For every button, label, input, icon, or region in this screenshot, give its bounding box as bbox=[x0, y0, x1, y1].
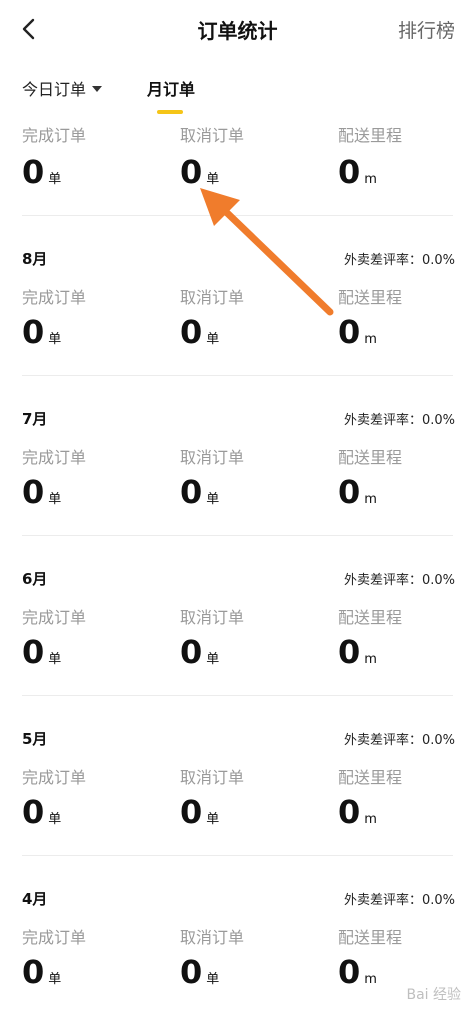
distance-label: 配送里程 bbox=[338, 928, 403, 947]
order-unit: 单 bbox=[206, 812, 220, 827]
distance-number: 0 bbox=[338, 953, 361, 991]
month-label: 6月 bbox=[22, 570, 48, 588]
completed-orders-number: 0 bbox=[22, 313, 45, 351]
cancelled-orders-number: 0 bbox=[180, 473, 203, 511]
month-label: 4月 bbox=[22, 890, 48, 908]
distance-label: 配送里程 bbox=[338, 126, 403, 145]
order-unit: 单 bbox=[48, 812, 62, 827]
cancelled-orders-label: 取消订单 bbox=[180, 768, 245, 787]
order-unit: 单 bbox=[206, 972, 220, 987]
month-section: 6月 外卖差评率：0.0% 完成订单 取消订单 配送里程 0 单 0 单 0 m bbox=[0, 536, 475, 696]
distance-number: 0 bbox=[338, 313, 361, 351]
order-unit: 单 bbox=[48, 172, 62, 187]
order-unit: 单 bbox=[48, 652, 62, 667]
completed-orders-label: 完成订单 bbox=[22, 608, 87, 627]
distance-number: 0 bbox=[338, 473, 361, 511]
cancelled-orders-label: 取消订单 bbox=[180, 608, 245, 627]
cancelled-orders-label: 取消订单 bbox=[180, 448, 245, 467]
tab-today-orders[interactable]: 今日订单 bbox=[22, 76, 103, 100]
distance-unit: m bbox=[364, 972, 377, 987]
cancelled-orders-value: 0 单 bbox=[180, 956, 219, 988]
distance-value: 0 m bbox=[338, 156, 377, 188]
order-unit: 单 bbox=[48, 332, 62, 347]
distance-label: 配送里程 bbox=[338, 448, 403, 467]
cancelled-orders-value: 0 单 bbox=[180, 796, 219, 828]
distance-value: 0 m bbox=[338, 796, 377, 828]
distance-unit: m bbox=[364, 172, 377, 187]
distance-number: 0 bbox=[338, 633, 361, 671]
cancelled-orders-value: 0 单 bbox=[180, 156, 219, 188]
distance-number: 0 bbox=[338, 153, 361, 191]
cancelled-orders-value: 0 单 bbox=[180, 636, 219, 668]
order-unit: 单 bbox=[206, 332, 220, 347]
order-unit: 单 bbox=[206, 652, 220, 667]
month-section: 7月 外卖差评率：0.0% 完成订单 取消订单 配送里程 0 单 0 单 0 m bbox=[0, 376, 475, 536]
tab-today-label: 今日订单 bbox=[22, 80, 87, 99]
cancelled-orders-number: 0 bbox=[180, 313, 203, 351]
distance-value: 0 m bbox=[338, 636, 377, 668]
bad-review-rate: 外卖差评率：0.0% bbox=[343, 893, 455, 908]
distance-value: 0 m bbox=[338, 316, 377, 348]
distance-number: 0 bbox=[338, 793, 361, 831]
completed-orders-value: 0 单 bbox=[22, 156, 61, 188]
distance-label: 配送里程 bbox=[338, 608, 403, 627]
order-unit: 单 bbox=[206, 492, 220, 507]
tab-bar: 今日订单 月订单 bbox=[0, 58, 475, 114]
cancelled-orders-number: 0 bbox=[180, 953, 203, 991]
month-label: 5月 bbox=[22, 730, 48, 748]
distance-unit: m bbox=[364, 332, 377, 347]
caret-down-icon bbox=[92, 86, 103, 92]
completed-orders-value: 0 单 bbox=[22, 316, 61, 348]
completed-orders-label: 完成订单 bbox=[22, 126, 87, 145]
order-unit: 单 bbox=[206, 172, 220, 187]
distance-value: 0 m bbox=[338, 476, 377, 508]
distance-value: 0 m bbox=[338, 956, 377, 988]
completed-orders-number: 0 bbox=[22, 793, 45, 831]
month-label: 7月 bbox=[22, 410, 48, 428]
order-unit: 单 bbox=[48, 492, 62, 507]
distance-unit: m bbox=[364, 812, 377, 827]
cancelled-orders-value: 0 单 bbox=[180, 316, 219, 348]
cancelled-orders-value: 0 单 bbox=[180, 476, 219, 508]
month-section: 8月 外卖差评率：0.0% 完成订单 取消订单 配送里程 0 单 0 单 0 m bbox=[0, 216, 475, 376]
distance-unit: m bbox=[364, 652, 377, 667]
bad-review-rate: 外卖差评率：0.0% bbox=[343, 253, 455, 268]
completed-orders-number: 0 bbox=[22, 473, 45, 511]
completed-orders-label: 完成订单 bbox=[22, 928, 87, 947]
month-label: 8月 bbox=[22, 250, 48, 268]
completed-orders-value: 0 单 bbox=[22, 636, 61, 668]
bad-review-rate: 外卖差评率：0.0% bbox=[343, 733, 455, 748]
leaderboard-link[interactable]: 排行榜 bbox=[398, 16, 455, 43]
distance-unit: m bbox=[364, 492, 377, 507]
order-unit: 单 bbox=[48, 972, 62, 987]
cancelled-orders-number: 0 bbox=[180, 633, 203, 671]
cancelled-orders-number: 0 bbox=[180, 793, 203, 831]
cancelled-orders-label: 取消订单 bbox=[180, 126, 245, 145]
completed-orders-value: 0 单 bbox=[22, 476, 61, 508]
completed-orders-value: 0 单 bbox=[22, 956, 61, 988]
completed-orders-number: 0 bbox=[22, 953, 45, 991]
completed-orders-label: 完成订单 bbox=[22, 448, 87, 467]
completed-orders-number: 0 bbox=[22, 633, 45, 671]
distance-label: 配送里程 bbox=[338, 288, 403, 307]
completed-orders-number: 0 bbox=[22, 153, 45, 191]
bad-review-rate: 外卖差评率：0.0% bbox=[343, 413, 455, 428]
month-section: 5月 外卖差评率：0.0% 完成订单 取消订单 配送里程 0 单 0 单 0 m bbox=[0, 696, 475, 856]
month-section: 4月 外卖差评率：0.0% 完成订单 取消订单 配送里程 0 单 0 单 0 m bbox=[0, 856, 475, 1016]
cancelled-orders-label: 取消订单 bbox=[180, 288, 245, 307]
cancelled-orders-number: 0 bbox=[180, 153, 203, 191]
header: 订单统计 排行榜 bbox=[0, 0, 475, 58]
bad-review-rate: 外卖差评率：0.0% bbox=[343, 573, 455, 588]
completed-orders-label: 完成订单 bbox=[22, 288, 87, 307]
distance-label: 配送里程 bbox=[338, 768, 403, 787]
tab-month-orders[interactable]: 月订单 bbox=[147, 76, 195, 100]
current-month-section: 完成订单 取消订单 配送里程 0 单 0 单 0 m bbox=[0, 114, 475, 216]
watermark: Bai 经验 bbox=[406, 987, 461, 1003]
completed-orders-label: 完成订单 bbox=[22, 768, 87, 787]
cancelled-orders-label: 取消订单 bbox=[180, 928, 245, 947]
completed-orders-value: 0 单 bbox=[22, 796, 61, 828]
